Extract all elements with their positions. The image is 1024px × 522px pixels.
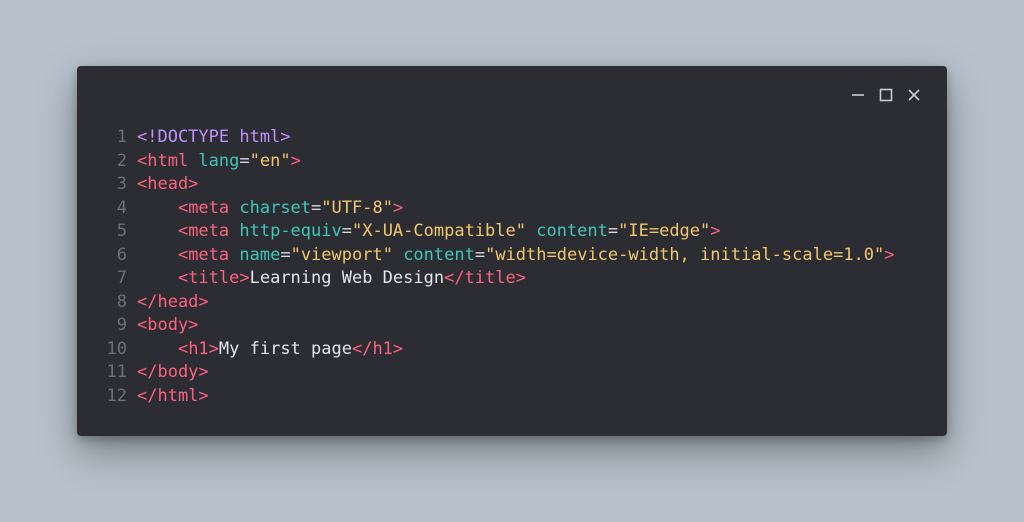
token-tag: </h1> — [352, 339, 403, 359]
token-str: "viewport" — [291, 245, 393, 265]
token-attr: charset — [239, 198, 311, 218]
code-line[interactable]: 4 <meta charset="UTF-8"> — [103, 197, 921, 221]
token-tag: > — [710, 221, 720, 241]
line-number: 2 — [103, 150, 137, 174]
token-tag: </body> — [137, 362, 209, 382]
token-str: "UTF-8" — [321, 198, 393, 218]
code-line[interactable]: 11</body> — [103, 361, 921, 385]
minimize-icon[interactable] — [851, 88, 865, 102]
code-line[interactable]: 2<html lang="en"> — [103, 150, 921, 174]
maximize-icon[interactable] — [879, 88, 893, 102]
line-number: 6 — [103, 244, 137, 268]
token-tag: <body> — [137, 315, 198, 335]
code-line-content[interactable]: <h1>My first page</h1> — [137, 338, 921, 362]
token-tag: <html — [137, 151, 198, 171]
code-line[interactable]: 9<body> — [103, 314, 921, 338]
code-line[interactable]: 10 <h1>My first page</h1> — [103, 338, 921, 362]
code-line-content[interactable]: </html> — [137, 385, 921, 409]
code-line-content[interactable]: <meta http-equiv="X-UA-Compatible" conte… — [137, 220, 921, 244]
token-txt: Learning Web Design — [250, 268, 444, 288]
token-attr: lang — [198, 151, 239, 171]
token-tag: </html> — [137, 386, 209, 406]
code-line[interactable]: 5 <meta http-equiv="X-UA-Compatible" con… — [103, 220, 921, 244]
code-line-content[interactable]: <meta charset="UTF-8"> — [137, 197, 921, 221]
close-icon[interactable] — [907, 88, 921, 102]
token-attr: http-equiv — [239, 221, 341, 241]
token-tag: <title> — [178, 268, 250, 288]
token-txt — [137, 198, 178, 218]
token-eq: = — [311, 198, 321, 218]
code-line-content[interactable]: <meta name="viewport" content="width=dev… — [137, 244, 921, 268]
token-tag: <h1> — [178, 339, 219, 359]
token-str: "en" — [250, 151, 291, 171]
line-number: 4 — [103, 197, 137, 221]
token-tag: > — [291, 151, 301, 171]
token-str: "X-UA-Compatible" — [352, 221, 526, 241]
token-tag: <meta — [178, 198, 239, 218]
line-number: 1 — [103, 126, 137, 150]
code-area[interactable]: 1<!DOCTYPE html>2<html lang="en">3<head>… — [103, 126, 921, 408]
token-tag: <meta — [178, 245, 239, 265]
token-attr: content — [536, 221, 608, 241]
token-str: "width=device-width, initial-scale=1.0" — [485, 245, 884, 265]
code-line-content[interactable]: <!DOCTYPE html> — [137, 126, 921, 150]
token-eq: = — [280, 245, 290, 265]
code-line-content[interactable]: </body> — [137, 361, 921, 385]
window-controls — [103, 84, 921, 106]
token-str: "IE=edge" — [618, 221, 710, 241]
line-number: 10 — [103, 338, 137, 362]
code-line[interactable]: 8</head> — [103, 291, 921, 315]
code-line-content[interactable]: </head> — [137, 291, 921, 315]
code-line-content[interactable]: <html lang="en"> — [137, 150, 921, 174]
code-line-content[interactable]: <head> — [137, 173, 921, 197]
token-tag: > — [884, 245, 894, 265]
line-number: 8 — [103, 291, 137, 315]
token-tag: </title> — [444, 268, 526, 288]
code-line-content[interactable]: <body> — [137, 314, 921, 338]
token-tag: </head> — [137, 292, 209, 312]
line-number: 11 — [103, 361, 137, 385]
token-eq: = — [342, 221, 352, 241]
line-number: 7 — [103, 267, 137, 291]
token-eq: = — [608, 221, 618, 241]
code-line[interactable]: 7 <title>Learning Web Design</title> — [103, 267, 921, 291]
token-eq: = — [239, 151, 249, 171]
token-txt — [137, 245, 178, 265]
code-line[interactable]: 6 <meta name="viewport" content="width=d… — [103, 244, 921, 268]
code-line[interactable]: 12</html> — [103, 385, 921, 409]
token-txt — [137, 339, 178, 359]
token-txt — [137, 221, 178, 241]
code-line-content[interactable]: <title>Learning Web Design</title> — [137, 267, 921, 291]
token-tag: > — [393, 198, 403, 218]
token-eq: = — [475, 245, 485, 265]
token-txt — [137, 268, 178, 288]
line-number: 9 — [103, 314, 137, 338]
token-attr: name — [239, 245, 280, 265]
line-number: 3 — [103, 173, 137, 197]
line-number: 5 — [103, 220, 137, 244]
token-attr: content — [403, 245, 475, 265]
token-tag: <meta — [178, 221, 239, 241]
token-txt: My first page — [219, 339, 352, 359]
code-line[interactable]: 3<head> — [103, 173, 921, 197]
token-tag — [526, 221, 536, 241]
line-number: 12 — [103, 385, 137, 409]
token-decl: <!DOCTYPE html> — [137, 127, 291, 147]
code-editor-window: 1<!DOCTYPE html>2<html lang="en">3<head>… — [77, 66, 947, 436]
token-tag: <head> — [137, 174, 198, 194]
token-tag — [393, 245, 403, 265]
code-line[interactable]: 1<!DOCTYPE html> — [103, 126, 921, 150]
